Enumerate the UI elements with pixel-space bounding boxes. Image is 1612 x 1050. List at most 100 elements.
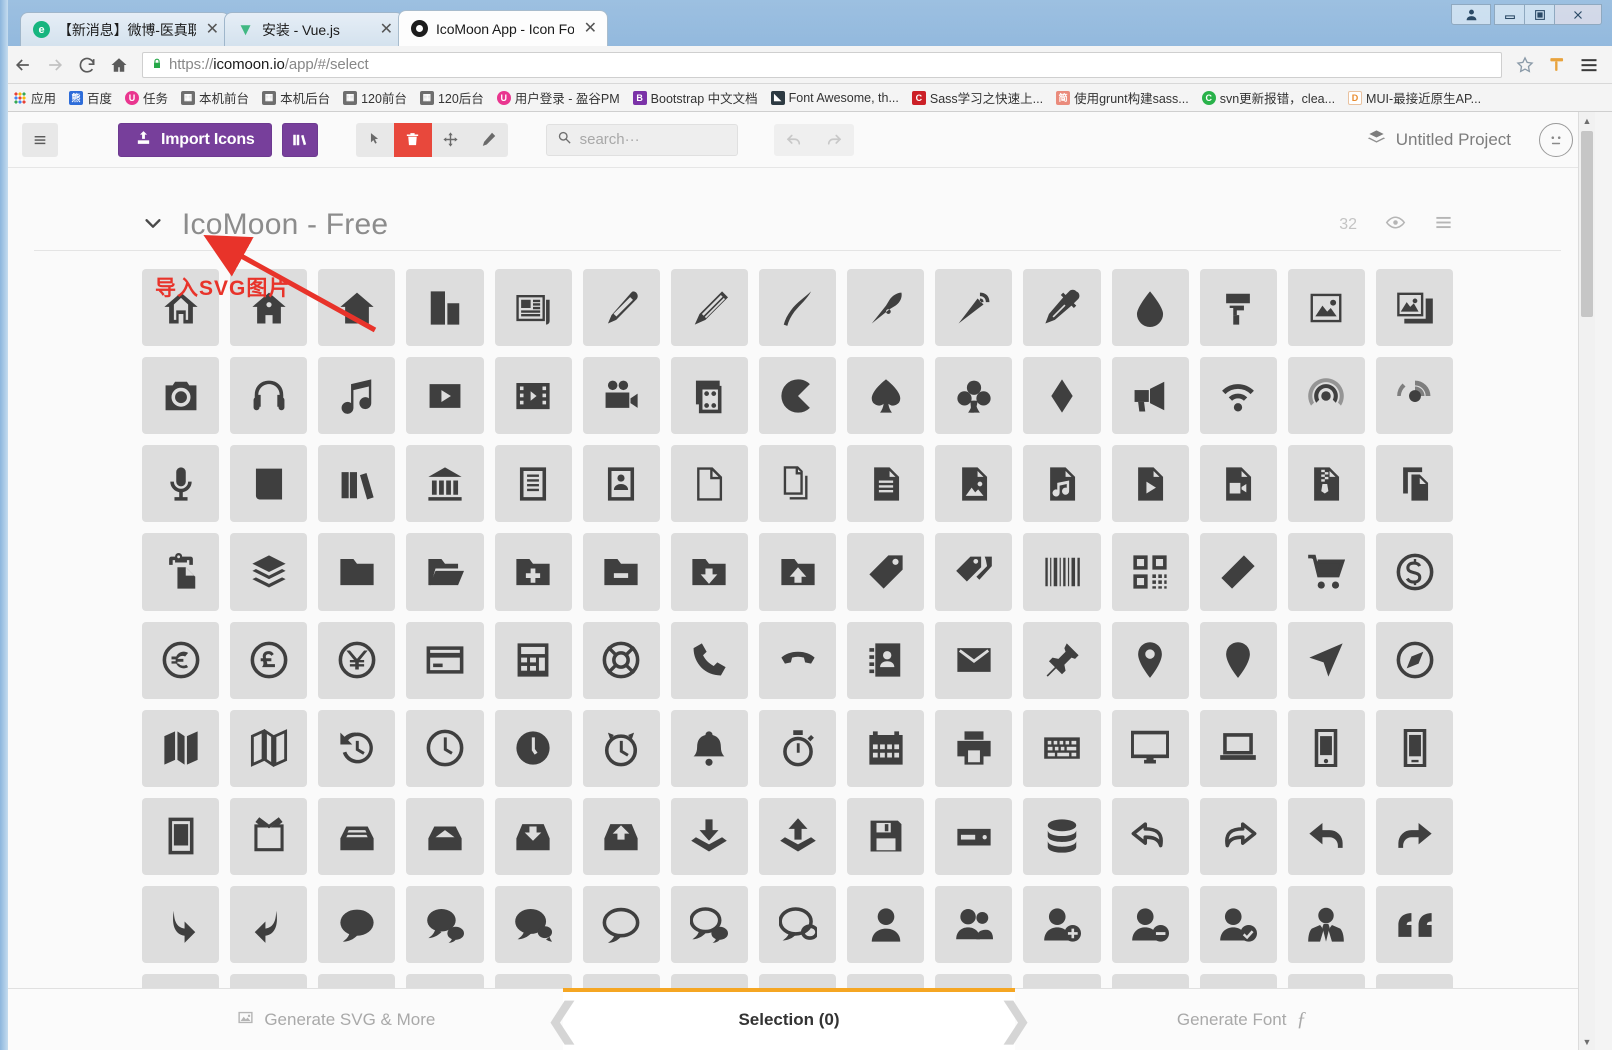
page-scrollbar[interactable]: ▲ ▼ [1578,112,1595,1050]
icon-paste[interactable] [142,533,220,611]
icon-headphones[interactable] [230,357,308,435]
browser-tab[interactable]: e 【新消息】微博-医真职业 ✕ [20,12,230,46]
icon-quill[interactable] [758,269,837,347]
icon-drive[interactable] [935,797,1013,875]
menu-icon[interactable] [1574,50,1604,80]
icon-compass2[interactable] [1375,621,1454,699]
icon-home2[interactable] [230,269,308,347]
icon-forward[interactable] [142,885,220,964]
icon-compass[interactable] [1287,621,1365,699]
list-icon[interactable] [1434,213,1453,237]
reload-icon[interactable] [72,50,102,80]
icon-pencil[interactable] [582,269,660,347]
address-bar[interactable]: https://icomoon.io/app/#/select [142,51,1502,78]
icon-bubbles2[interactable] [494,885,572,964]
icon-user[interactable] [847,885,925,964]
icon-alarm[interactable] [582,709,660,787]
icon-feed[interactable] [1375,357,1454,435]
bookmark-item[interactable]: B Bootstrap 中文文档 [628,86,763,109]
icon-coin-yen[interactable] [318,621,396,699]
icon-phone-hang-up[interactable] [758,621,837,699]
icon-music[interactable] [318,357,396,435]
icon-mic[interactable] [142,445,220,523]
icon-play[interactable] [406,357,484,435]
icon-film[interactable] [494,357,572,435]
icon-office[interactable] [406,269,484,347]
icon-images[interactable] [1375,269,1454,347]
icon-calculator[interactable] [494,621,572,699]
trash-icon[interactable] [393,122,432,157]
icon-coin-euro[interactable] [142,621,220,699]
icon-file-text[interactable] [494,445,572,523]
icon-cart[interactable] [1287,533,1365,611]
generate-svg-tab[interactable]: Generate SVG & More [0,989,563,1050]
icon-address-book[interactable] [847,621,925,699]
bookmark-item[interactable]: ◣ Font Awesome, th... [766,89,904,107]
icon-user-plus[interactable] [1023,885,1101,964]
icon-mobile[interactable] [1287,709,1365,787]
extension-icon[interactable] [1542,50,1572,80]
bookmark-item[interactable]: 应用 [8,86,61,109]
icon-bubbles3[interactable] [670,885,748,964]
project-selector[interactable]: Untitled Project [1367,128,1511,152]
bookmark-item[interactable]: D MUI-最接近原生AP... [1343,86,1486,109]
icon-copy[interactable] [1375,445,1454,523]
icon-mobile2[interactable] [1375,709,1454,787]
icon-file-play[interactable] [1111,445,1189,523]
icon-file-empty[interactable] [670,445,748,523]
icon-pencil2[interactable] [670,269,748,347]
icon-clubs[interactable] [935,357,1013,435]
icon-redo[interactable] [1199,797,1277,875]
bookmark-item[interactable]: U 任务 [120,86,173,109]
icon-connection[interactable] [1199,357,1277,435]
icon-bullhorn[interactable] [1111,357,1189,435]
star-icon[interactable] [1510,50,1540,80]
icon-users[interactable] [935,885,1013,964]
move-icon[interactable] [432,123,470,157]
icon-coin-pound[interactable] [230,621,308,699]
icon-book[interactable] [230,445,308,523]
icon-price-tags[interactable] [935,533,1013,611]
icon-clock2[interactable] [494,709,572,787]
icon-droplet[interactable] [1111,269,1189,347]
hamburger-icon[interactable] [22,122,58,157]
icon-ticket[interactable] [1199,533,1277,611]
icon-map2[interactable] [230,709,308,787]
bookmark-item[interactable]: 简使用grunt构建sass... [1051,86,1194,109]
maximize-button[interactable] [1524,4,1555,25]
scrollbar-thumb[interactable] [1581,131,1593,317]
icon-podcast[interactable] [1287,357,1365,435]
icon-pushpin[interactable] [1023,621,1101,699]
icon-map[interactable] [142,709,220,787]
icon-blog[interactable] [935,269,1013,347]
icon-home3[interactable] [318,269,396,347]
icon-download[interactable] [670,797,748,875]
icon-user-check[interactable] [1199,885,1277,964]
scroll-down-icon[interactable]: ▼ [1579,1033,1595,1050]
icon-redo2[interactable] [1375,797,1454,875]
home-icon[interactable] [104,50,134,80]
icon-stopwatch[interactable] [758,709,837,787]
icon-profile[interactable] [582,445,660,523]
icon-user-minus[interactable] [1111,885,1189,964]
bookmark-item[interactable]: ▦ 120后台 [415,86,489,109]
icon-paint-format[interactable] [1199,269,1277,347]
icon-folder[interactable] [318,533,396,611]
icon-calendar[interactable] [847,709,925,787]
icon-drawer-upload[interactable] [582,797,660,875]
icon-bubble[interactable] [318,885,396,964]
scroll-up-icon[interactable]: ▲ [1579,112,1595,129]
icon-user-tie[interactable] [1287,885,1365,964]
browser-tab[interactable]: ▼ 安装 - Vue.js ✕ [224,12,404,46]
icon-camera[interactable] [142,357,220,435]
icon-drawer3[interactable] [494,797,572,875]
neutral-face-icon[interactable] [1539,122,1573,157]
icon-folder-upload[interactable] [758,533,837,611]
icon-file-video[interactable] [1199,445,1277,523]
icon-price-tag[interactable] [847,533,925,611]
browser-tab-active[interactable]: IcoMoon App - Icon For ✕ [398,10,608,46]
icon-folder-minus[interactable] [582,533,660,611]
icon-library[interactable] [406,445,484,523]
icon-file-picture[interactable] [935,445,1013,523]
cursor-icon[interactable] [356,123,394,157]
